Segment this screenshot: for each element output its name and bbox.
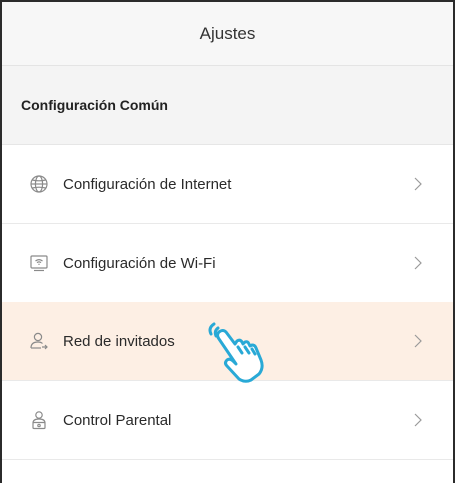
menu-item-wifi-settings[interactable]: Configuración de Wi-Fi <box>2 224 453 303</box>
menu-item-label: Control Parental <box>63 411 172 429</box>
chevron-right-icon <box>411 177 425 191</box>
globe-icon <box>29 174 49 194</box>
wifi-router-icon <box>29 253 49 273</box>
page-title: Ajustes <box>199 23 256 43</box>
section-header: Configuración Común <box>2 66 453 145</box>
menu-item-label: Configuración de Wi-Fi <box>63 254 216 272</box>
menu-item-label: Configuración de Internet <box>63 175 232 193</box>
guest-user-icon <box>29 331 49 351</box>
parental-control-icon <box>29 410 49 430</box>
chevron-right-icon <box>411 334 425 348</box>
chevron-right-icon <box>411 256 425 270</box>
settings-screen: Ajustes Configuración Común Configuració… <box>0 0 455 483</box>
menu-item-parental-control[interactable]: Control Parental <box>2 381 453 460</box>
page-title-bar: Ajustes <box>2 2 453 66</box>
tap-hand-pointer-icon <box>205 320 269 384</box>
menu-item-partial[interactable] <box>2 460 453 483</box>
menu-item-internet-settings[interactable]: Configuración de Internet <box>2 145 453 224</box>
section-title: Configuración Común <box>21 97 168 113</box>
chevron-right-icon <box>411 413 425 427</box>
